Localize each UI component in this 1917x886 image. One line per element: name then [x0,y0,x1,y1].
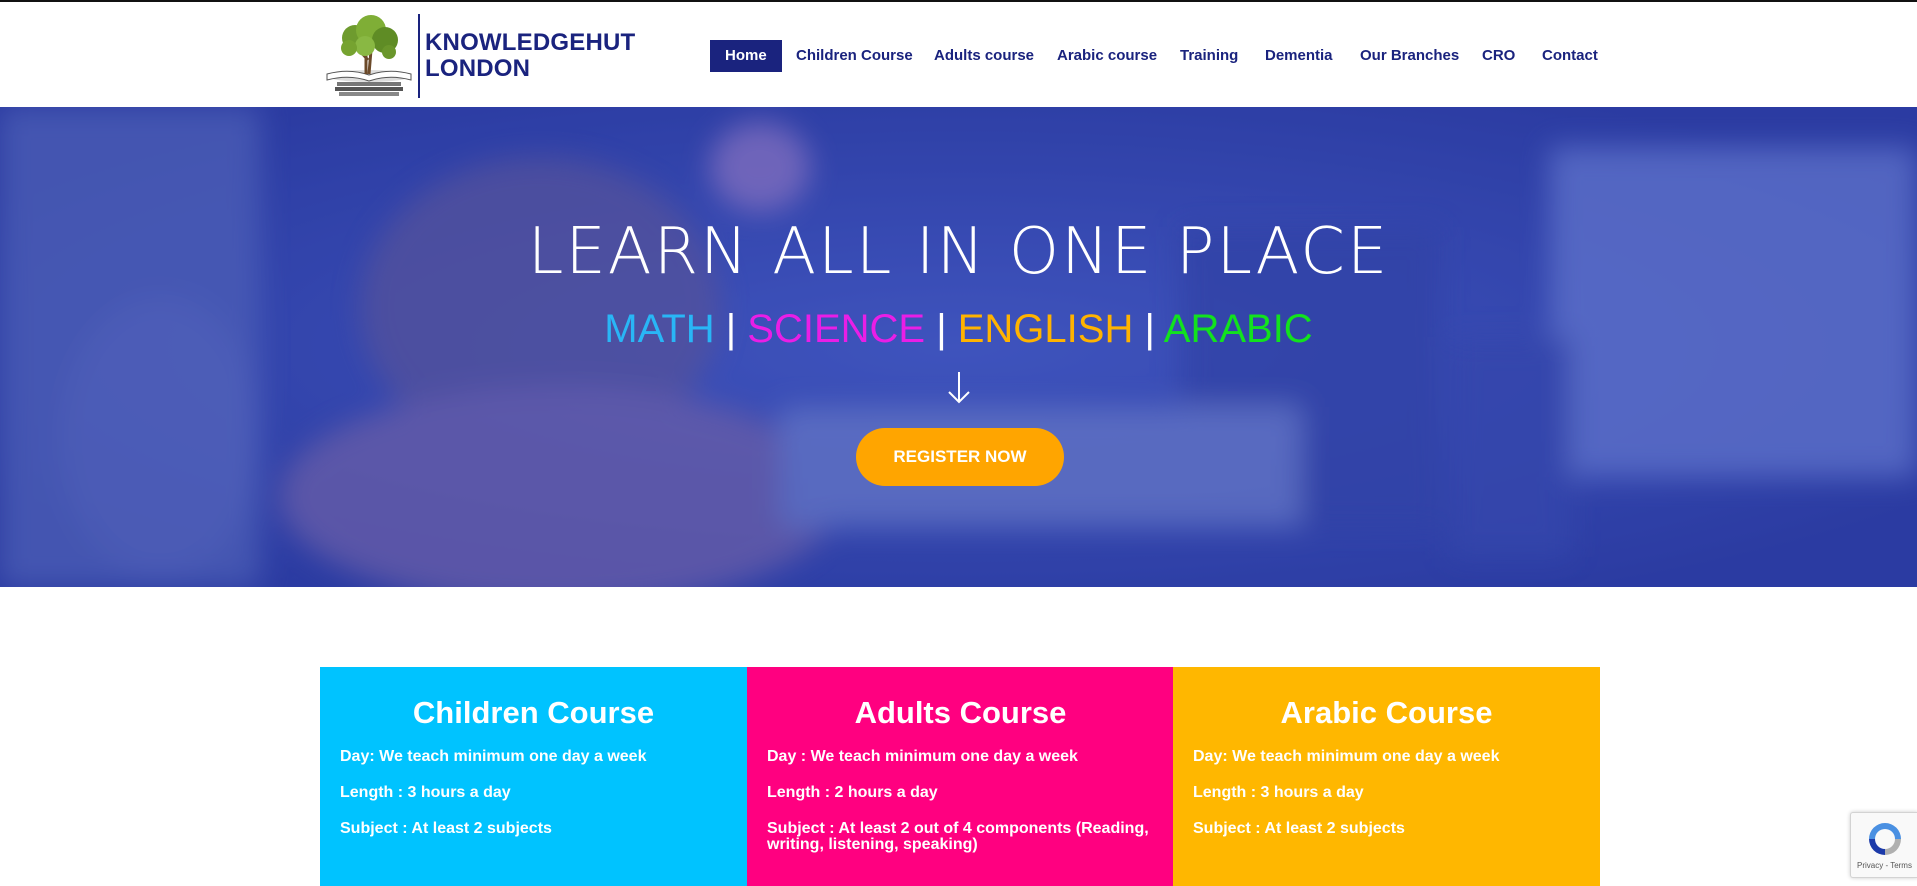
card-children-course: Children Course Day: We teach minimum on… [320,667,747,886]
nav-item-contact[interactable]: Contact [1542,40,1598,72]
card-day: Day : We teach minimum one day a week [767,748,1078,765]
card-length: Length : 2 hours a day [767,784,938,801]
logo-line-2: LONDON [425,55,531,82]
subject-english: ENGLISH [957,307,1134,351]
card-title: Arabic Course [1280,695,1493,730]
nav-item-home[interactable]: Home [710,40,782,72]
nav-item-adults-course[interactable]: Adults course [934,40,1034,72]
course-cards: Children Course Day: We teach minimum on… [320,667,1600,886]
logo-line-1: KNOWLEDGEHUT [425,29,636,56]
card-subject: Subject : At least 2 out of 4 components… [767,820,1149,853]
card-arabic-course: Arabic Course Day: We teach minimum one … [1173,667,1600,886]
hero-banner: LEARN ALL IN ONE PLACE MATH | SCIENCE | … [0,107,1917,587]
hero-title: LEARN ALL IN ONE PLACE [527,215,1390,289]
recaptcha-badge[interactable]: Privacy - Terms [1850,812,1917,878]
subject-arabic: ARABIC [1163,307,1313,351]
card-adults-course: Adults Course Day : We teach minimum one… [747,667,1174,886]
card-day: Day: We teach minimum one day a week [1193,748,1500,765]
subject-separator: | [1144,307,1155,351]
subject-math: MATH [604,307,715,351]
card-subject: Subject : At least 2 subjects [1193,820,1405,837]
tree-book-logo-icon [326,15,412,96]
nav-item-arabic-course[interactable]: Arabic course [1057,40,1157,72]
recaptcha-links[interactable]: Privacy - Terms [1857,861,1912,870]
card-subject: Subject : At least 2 subjects [340,820,552,837]
arrow-down-icon[interactable] [946,370,972,406]
subject-separator: | [936,307,947,351]
nav-item-training[interactable]: Training [1180,40,1238,72]
card-length: Length : 3 hours a day [1193,784,1364,801]
nav-item-our-branches[interactable]: Our Branches [1360,40,1459,72]
subject-science: SCIENCE [747,307,926,351]
site-header: KNOWLEDGEHUT LONDON Home Children Course… [0,2,1917,107]
card-length: Length : 3 hours a day [340,784,511,801]
card-title: Adults Course [854,695,1067,730]
hero-subjects: MATH | SCIENCE | ENGLISH | ARABIC [0,307,1917,352]
nav-item-cro[interactable]: CRO [1482,40,1515,72]
recaptcha-icon [1869,823,1901,855]
site-logo[interactable]: KNOWLEDGEHUT LONDON [319,12,635,98]
card-day: Day: We teach minimum one day a week [340,748,647,765]
nav-item-dementia[interactable]: Dementia [1265,40,1333,72]
nav-item-children-course[interactable]: Children Course [796,40,913,72]
logo-text: KNOWLEDGEHUT LONDON [425,30,635,82]
subject-separator: | [725,307,737,351]
register-now-button[interactable]: REGISTER NOW [856,428,1064,486]
card-title: Children Course [412,695,655,730]
logo-divider [418,14,420,98]
